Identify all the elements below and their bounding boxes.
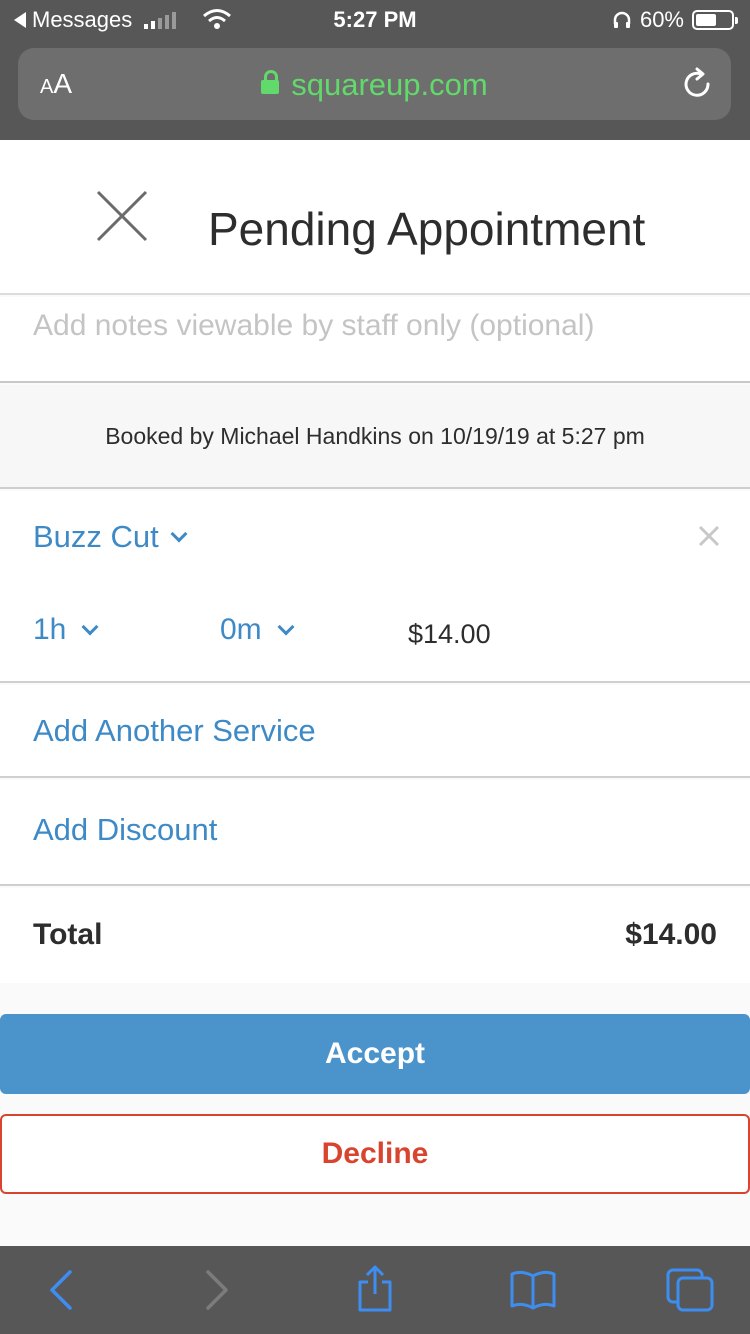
notes-placeholder: Add notes viewable by staff only (option…: [33, 309, 595, 342]
total-row: Total $14.00: [0, 888, 750, 983]
url-text: squareup.com: [291, 67, 488, 102]
staff-notes-field[interactable]: Add notes viewable by staff only (option…: [0, 297, 750, 383]
battery-fill: [696, 14, 717, 26]
status-bar: Messages 5:27 PM 60%: [0, 0, 750, 40]
back-arrow-icon[interactable]: [46, 1268, 76, 1312]
close-icon[interactable]: [94, 188, 150, 244]
tabs-icon[interactable]: [664, 1266, 716, 1314]
headphones-icon: [613, 11, 631, 28]
page-content: Pending Appointment Add notes viewable b…: [0, 140, 750, 1246]
battery-icon: [692, 10, 738, 30]
url-display[interactable]: squareup.com: [18, 67, 731, 103]
browser-chrome-top: Messages 5:27 PM 60% AA squareup.com: [0, 0, 750, 140]
service-select[interactable]: Buzz Cut: [33, 519, 188, 555]
add-discount-link[interactable]: Add Discount: [33, 812, 217, 848]
remove-service-icon[interactable]: [698, 525, 720, 547]
bookmarks-icon[interactable]: [508, 1268, 558, 1312]
chevron-down-icon: [170, 525, 188, 543]
forward-arrow-icon[interactable]: [202, 1268, 232, 1312]
chevron-down-icon: [81, 618, 99, 636]
chevron-down-icon: [277, 618, 295, 636]
battery-percent: 60%: [639, 7, 684, 32]
booked-by-info: Booked by Michael Handkins on 10/19/19 a…: [0, 385, 750, 489]
modal-header: Pending Appointment: [0, 140, 750, 295]
total-label: Total: [33, 918, 103, 951]
duration-minutes-value: 0m: [220, 613, 262, 646]
reload-icon[interactable]: [681, 66, 715, 102]
add-discount-row[interactable]: Add Discount: [0, 780, 750, 886]
page-title: Pending Appointment: [208, 203, 646, 255]
duration-hours-value: 1h: [33, 613, 67, 646]
accept-button[interactable]: Accept: [0, 1014, 750, 1094]
total-value: $14.00: [625, 918, 717, 951]
decline-button[interactable]: Decline: [0, 1114, 750, 1194]
status-right: 60%: [612, 7, 738, 33]
service-card: Buzz Cut 1h 0m $14.00: [0, 491, 750, 683]
duration-hours-select[interactable]: 1h: [33, 613, 99, 647]
service-name: Buzz Cut: [33, 519, 159, 554]
share-icon[interactable]: [354, 1264, 396, 1314]
lock-icon: [261, 70, 280, 94]
add-another-service-row[interactable]: Add Another Service: [0, 685, 750, 778]
add-another-service-link[interactable]: Add Another Service: [33, 713, 316, 749]
service-price: $14.00: [408, 619, 491, 649]
duration-minutes-select[interactable]: 0m: [220, 613, 295, 647]
browser-toolbar: [0, 1246, 750, 1334]
url-bar[interactable]: AA squareup.com: [18, 48, 731, 120]
